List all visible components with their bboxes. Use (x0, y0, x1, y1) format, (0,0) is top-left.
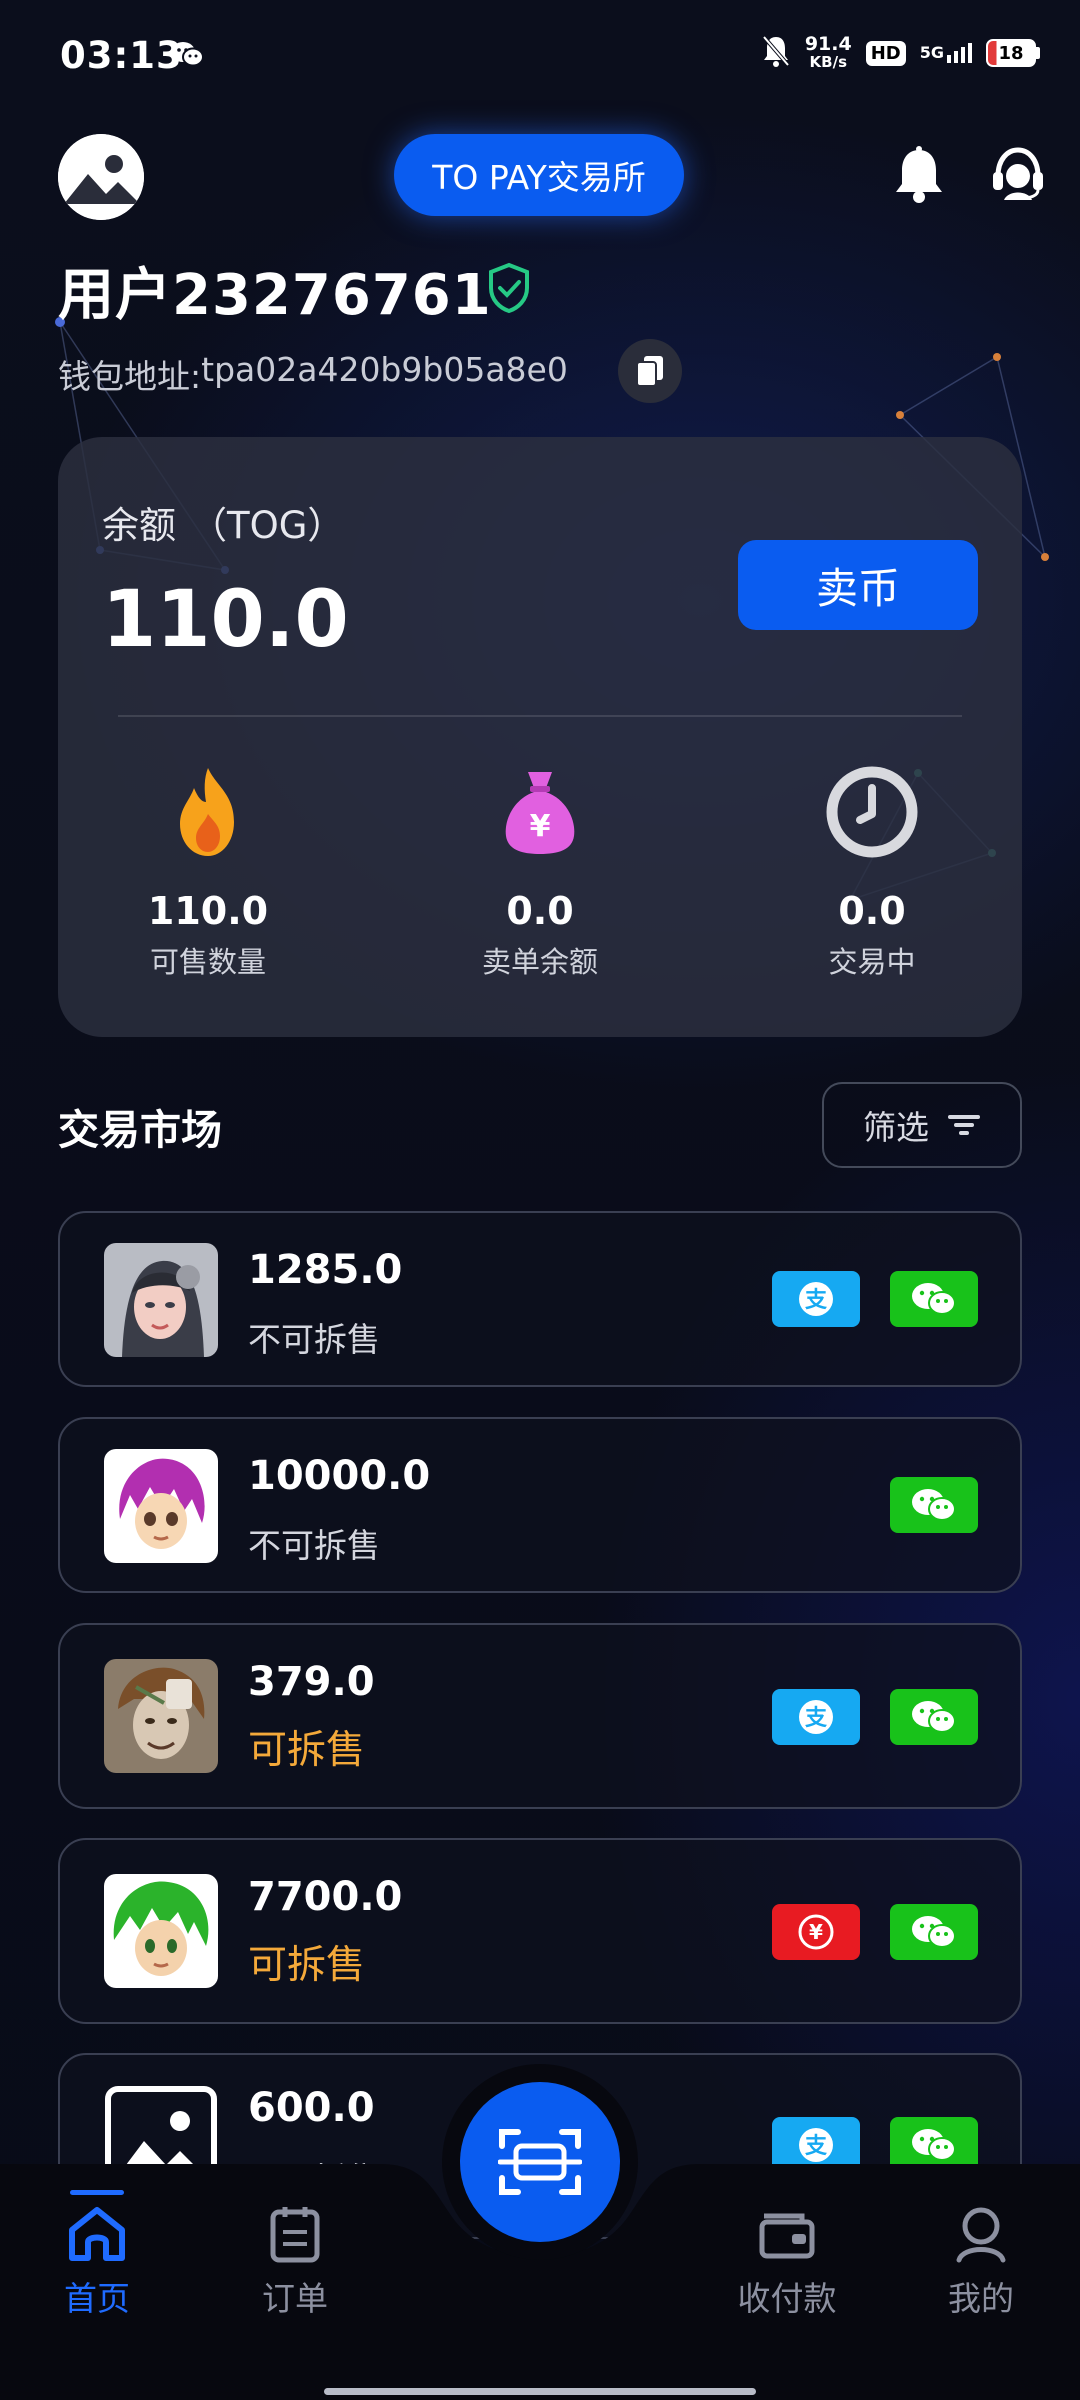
scan-icon (498, 2129, 582, 2195)
nav-profile[interactable]: 我的 (916, 2196, 1046, 2320)
sell-coin-button[interactable]: 卖币 (738, 540, 978, 630)
clock-icon (722, 757, 1022, 867)
filter-icon (948, 1115, 980, 1135)
copy-address-button[interactable] (618, 339, 682, 403)
wechat-notification-icon (170, 40, 204, 72)
battery-icon: 18 (986, 39, 1040, 67)
item-status: 可拆售 (248, 1728, 366, 1773)
wallet-icon (722, 2196, 852, 2272)
nav-orders[interactable]: 订单 (230, 2196, 360, 2320)
image-placeholder-icon (58, 134, 144, 220)
svg-text:¥: ¥ (809, 1920, 823, 1944)
nav-payments[interactable]: 收付款 (722, 2196, 852, 2320)
net-speed-unit: KB/s (809, 53, 847, 71)
seller-avatar (104, 1449, 218, 1563)
wallet-label: 钱包地址: (58, 357, 202, 396)
hd-badge: HD (865, 40, 906, 66)
filter-button[interactable]: 筛选 (822, 1082, 1022, 1168)
home-icon (32, 2196, 162, 2272)
nav-payments-label: 收付款 (737, 2279, 837, 2318)
wechat-pay-icon (890, 1477, 978, 1533)
nav-profile-label: 我的 (948, 2279, 1014, 2318)
nav-orders-label: 订单 (262, 2279, 328, 2318)
wechat-pay-icon (890, 1904, 978, 1960)
customer-service-icon[interactable] (990, 146, 1046, 208)
stat-sell-order-label: 卖单余额 (481, 945, 598, 979)
payment-methods: ¥ (772, 1904, 978, 1960)
item-amount: 379.0 (248, 1659, 375, 1705)
stat-available-label: 可售数量 (149, 945, 266, 979)
balance-card: 余额 （TOG） 110.0 卖币 110.0 可售数量 ¥ 0.0 卖单余额 … (58, 437, 1022, 1037)
status-bar: 03:13 91.4 KB/s HD 5G 18 (0, 0, 1080, 110)
nav-active-indicator (70, 2190, 124, 2195)
stat-in-trading: 0.0 交易中 (722, 757, 1022, 981)
seller-avatar (104, 1874, 218, 1988)
stat-available-value: 110.0 (147, 889, 269, 933)
brand-title: TO PAY交易所 (394, 134, 684, 216)
profile-icon (916, 2196, 1046, 2272)
item-amount: 1285.0 (248, 1247, 403, 1293)
svg-text:支: 支 (805, 2134, 828, 2159)
scan-button[interactable] (460, 2082, 620, 2242)
seller-avatar (104, 1243, 218, 1357)
wallet-address-line: 钱包地址: tpa02a420b9b05a8e0 (58, 350, 568, 398)
stat-in-trading-value: 0.0 (838, 889, 906, 933)
fire-icon (58, 757, 358, 867)
mute-icon (761, 34, 791, 72)
copy-icon (636, 356, 663, 387)
market-list-item[interactable]: 1285.0 不可拆售 支 (58, 1211, 1022, 1387)
svg-text:支: 支 (805, 1288, 828, 1313)
payment-methods: 支 (772, 1271, 978, 1327)
alipay-icon: 支 (772, 1689, 860, 1745)
orders-icon (230, 2196, 360, 2272)
battery-level: 18 (986, 39, 1036, 67)
svg-text:支: 支 (805, 1706, 828, 1731)
item-status: 不可拆售 (248, 1320, 380, 1359)
market-list-item[interactable]: 10000.0 不可拆售 (58, 1417, 1022, 1593)
status-time: 03:13 (60, 34, 183, 77)
wechat-pay-icon (890, 1689, 978, 1745)
item-status: 不可拆售 (248, 1526, 380, 1565)
stat-in-trading-label: 交易中 (828, 945, 916, 979)
item-amount: 600.0 (248, 2085, 375, 2131)
balance-label: 余额 （TOG） (102, 495, 344, 549)
balance-label-text: 余额 (102, 504, 176, 547)
payment-methods (890, 1477, 978, 1533)
filter-label: 筛选 (863, 1108, 929, 1147)
alipay-icon: 支 (772, 1271, 860, 1327)
network-speed: 91.4 KB/s (804, 33, 852, 72)
net-speed-value: 91.4 (804, 33, 852, 55)
item-status: 可拆售 (248, 1943, 366, 1988)
verified-shield-icon (486, 262, 532, 318)
notification-bell-icon[interactable] (892, 146, 946, 208)
card-divider (118, 715, 962, 717)
item-amount: 7700.0 (248, 1874, 403, 1920)
nav-home[interactable]: 首页 (32, 2196, 162, 2320)
market-list-item[interactable]: 379.0 可拆售 支 (58, 1623, 1022, 1809)
market-list-item[interactable]: 7700.0 可拆售 ¥ (58, 1838, 1022, 2024)
stat-available: 110.0 可售数量 (58, 757, 358, 981)
user-name: 用户23276761 (58, 263, 492, 328)
home-indicator[interactable] (324, 2388, 756, 2395)
balance-unit: （TOG） (190, 504, 345, 547)
payment-methods: 支 (772, 1689, 978, 1745)
balance-value: 110.0 (102, 575, 349, 665)
market-title: 交易市场 (58, 1106, 222, 1154)
signal-icon: 5G (920, 43, 972, 63)
seller-avatar (104, 1659, 218, 1773)
unionpay-icon: ¥ (772, 1904, 860, 1960)
wallet-address: tpa02a420b9b05a8e0 (201, 350, 568, 389)
item-amount: 10000.0 (248, 1453, 431, 1499)
network-type: 5G (919, 43, 944, 62)
nav-home-label: 首页 (64, 2279, 130, 2318)
stat-sell-order-balance: ¥ 0.0 卖单余额 (390, 757, 690, 981)
wechat-pay-icon (890, 1271, 978, 1327)
svg-text:¥: ¥ (530, 809, 551, 844)
user-avatar[interactable] (58, 134, 144, 220)
stat-sell-order-value: 0.0 (506, 889, 574, 933)
money-bag-icon: ¥ (390, 757, 690, 867)
